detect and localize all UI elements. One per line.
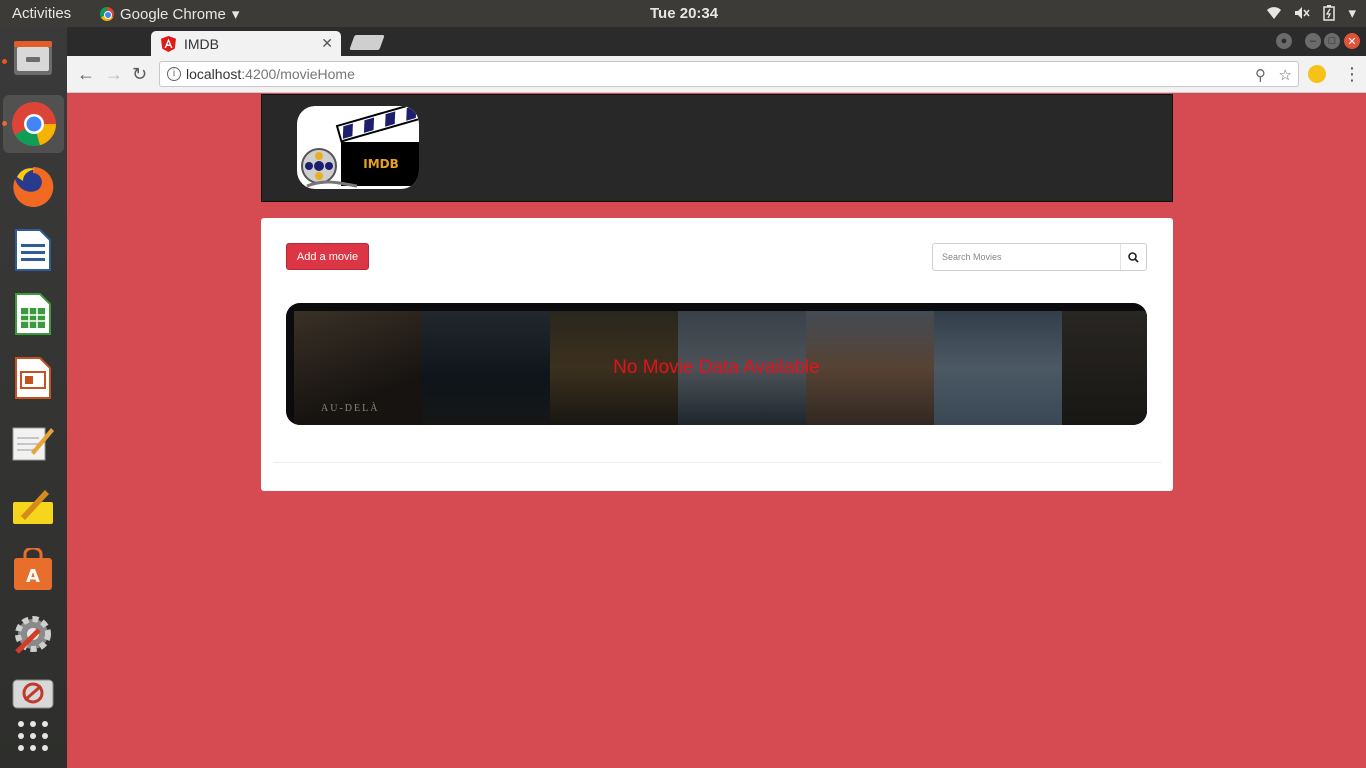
reload-icon[interactable]: ↻ xyxy=(132,64,147,84)
clapperboard-film-reel-icon: IMDB xyxy=(301,106,419,188)
chevron-down-icon: ▾ xyxy=(231,6,240,23)
app-menu[interactable]: Google Chrome ▾ xyxy=(100,5,239,23)
more-menu-icon[interactable]: ⋮ xyxy=(1343,64,1361,84)
empty-state-message: No Movie Data Available xyxy=(613,357,820,378)
app-menu-label: Google Chrome xyxy=(120,5,226,23)
new-tab-button[interactable] xyxy=(349,35,385,50)
search-input[interactable] xyxy=(933,244,1120,270)
star-bookmark-icon[interactable]: ☆ xyxy=(1279,66,1292,84)
tab-title: IMDB xyxy=(184,35,219,52)
close-tab-icon[interactable]: ✕ xyxy=(321,35,333,52)
notepad-pencil-icon xyxy=(12,427,54,461)
running-indicator xyxy=(2,59,7,64)
pencil-note-icon xyxy=(13,490,53,524)
empty-state-banner: AU-DELÀ No Movie Data Available xyxy=(286,303,1147,425)
clock[interactable]: Tue 20:34 xyxy=(650,5,718,22)
back-arrow-icon[interactable]: ← xyxy=(77,64,95,84)
show-applications-button[interactable] xyxy=(10,713,56,759)
chevron-down-icon: ▾ xyxy=(1348,5,1356,22)
angular-icon xyxy=(161,35,176,52)
activities-button[interactable]: Activities xyxy=(12,5,71,22)
volume-muted-icon xyxy=(1295,7,1311,19)
url-host: localhost xyxy=(186,66,242,82)
system-top-bar: Activities Google Chrome ▾ Tue 20:34 ▾ xyxy=(0,0,1366,27)
close-window-icon[interactable]: ✕ xyxy=(1344,33,1360,49)
shopping-bag-icon: A xyxy=(14,548,52,590)
remote-desktop-icon xyxy=(12,679,54,709)
forward-arrow-icon[interactable]: → xyxy=(105,64,123,84)
chrome-icon xyxy=(11,102,56,147)
dock: A xyxy=(0,27,67,768)
gear-wrench-icon xyxy=(15,616,51,654)
search-box xyxy=(932,243,1147,271)
writer-document-icon xyxy=(15,229,51,271)
logo-text: IMDB xyxy=(363,157,399,171)
chrome-launcher[interactable] xyxy=(3,95,64,153)
firefox-icon xyxy=(13,166,54,207)
writer-launcher[interactable] xyxy=(10,227,56,273)
impress-launcher[interactable] xyxy=(10,355,56,401)
info-icon[interactable]: i xyxy=(167,67,181,81)
footer-divider xyxy=(273,462,1161,463)
settings-launcher[interactable] xyxy=(10,611,56,657)
search-button[interactable] xyxy=(1120,244,1146,270)
zoom-icon[interactable]: ⚲ xyxy=(1255,66,1266,84)
file-cabinet-icon xyxy=(14,41,52,75)
poster-caption: AU-DELÀ xyxy=(321,403,380,414)
firefox-launcher[interactable] xyxy=(10,164,56,210)
tab-strip: IMDB ✕ ● – □ ✕ xyxy=(67,27,1366,56)
presentation-icon xyxy=(15,357,51,399)
url-path: :4200/movieHome xyxy=(241,66,355,82)
minimize-window-icon[interactable]: – xyxy=(1305,33,1321,49)
search-icon xyxy=(1128,251,1139,263)
browser-toolbar: ← → ↻ i localhost:4200/movieHome ⚲ ☆ ⋮ xyxy=(67,56,1366,93)
site-header: IMDB xyxy=(261,94,1173,202)
imdb-logo[interactable]: IMDB xyxy=(297,106,419,189)
svg-text:A: A xyxy=(26,566,40,587)
calc-launcher[interactable] xyxy=(10,291,56,337)
movies-panel: Add a movie AU-DELÀ No Movie Data Availa… xyxy=(261,218,1173,491)
extension-icon[interactable] xyxy=(1308,65,1326,83)
tab-imdb[interactable]: IMDB ✕ xyxy=(151,31,341,56)
app-grid-icon xyxy=(18,721,48,751)
spreadsheet-icon xyxy=(15,293,51,335)
add-movie-button[interactable]: Add a movie xyxy=(286,243,369,270)
profile-icon[interactable]: ● xyxy=(1276,33,1292,49)
battery-icon xyxy=(1323,5,1336,21)
chrome-icon xyxy=(100,7,114,21)
system-tray[interactable]: ▾ xyxy=(1266,4,1356,22)
software-launcher[interactable]: A xyxy=(10,547,56,593)
address-bar[interactable]: i localhost:4200/movieHome ⚲ ☆ xyxy=(159,61,1299,87)
notes-launcher[interactable] xyxy=(10,483,56,529)
text-editor-launcher[interactable] xyxy=(10,419,56,465)
maximize-window-icon[interactable]: □ xyxy=(1324,33,1340,49)
files-launcher[interactable] xyxy=(10,35,56,81)
wifi-icon xyxy=(1267,7,1282,19)
